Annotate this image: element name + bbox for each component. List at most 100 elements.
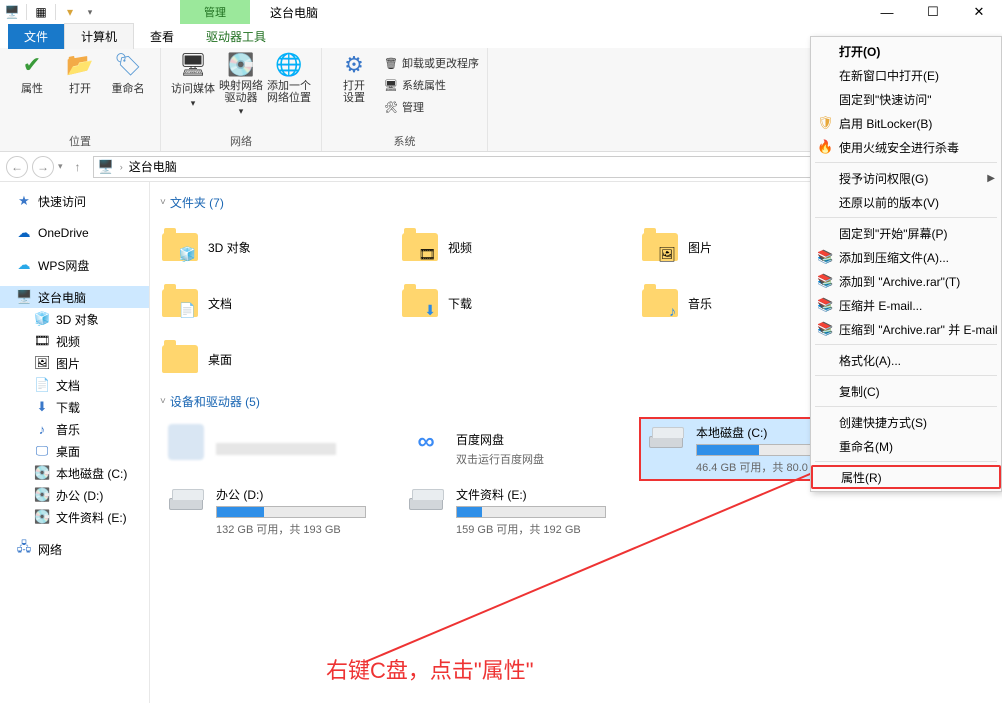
sidebar-downloads[interactable]: ⬇下载: [0, 396, 149, 418]
sysmenu-icon[interactable]: 🖥️: [4, 4, 20, 20]
ribbon-manage[interactable]: 🛠管理: [384, 96, 479, 118]
ctx-properties[interactable]: 属性(R): [811, 465, 1001, 489]
ctx-shortcut[interactable]: 创建快捷方式(S): [811, 410, 1001, 434]
ctx-add-archive[interactable]: 📚添加到压缩文件(A)...: [811, 245, 1001, 269]
ribbon-group-location: 位置: [69, 131, 91, 149]
qat-properties-icon[interactable]: ▦: [33, 4, 49, 20]
ctx-open[interactable]: 打开(O): [811, 39, 1001, 63]
tab-drive-tools[interactable]: 驱动器工具: [190, 24, 282, 49]
maximize-button[interactable]: ☐: [910, 0, 956, 24]
minimize-button[interactable]: —: [864, 0, 910, 24]
sidebar-music[interactable]: ♪音乐: [0, 418, 149, 440]
ribbon-group-network: 网络: [230, 131, 252, 149]
sidebar-quick-access[interactable]: ★快速访问: [0, 190, 149, 212]
sidebar-pictures[interactable]: 🖼图片: [0, 352, 149, 374]
blurred-label: [216, 443, 336, 455]
ctx-add-archive-rar[interactable]: 📚添加到 "Archive.rar"(T): [811, 269, 1001, 293]
folder-videos[interactable]: 🎞视频: [400, 219, 640, 275]
ribbon-map-drive[interactable]: 💽映射网络 驱动器▾: [217, 52, 265, 117]
ctx-new-window[interactable]: 在新窗口中打开(E): [811, 63, 1001, 87]
drive-icon: 💽: [34, 465, 50, 481]
folder-desktop[interactable]: 桌面: [160, 331, 400, 387]
sidebar-drive-c[interactable]: 💽本地磁盘 (C:): [0, 462, 149, 484]
server-icon: 🖥: [179, 52, 207, 78]
annotation-text: 右键C盘，点击"属性": [326, 653, 534, 685]
contextual-tab-label: 管理: [180, 0, 250, 24]
hdd-icon: [169, 498, 203, 510]
ctx-huorong[interactable]: 🔥使用火绒安全进行杀毒: [811, 135, 1001, 159]
sidebar-drive-d[interactable]: 💽办公 (D:): [0, 484, 149, 506]
ribbon-open[interactable]: 📂打开: [56, 52, 104, 96]
ribbon-access-media[interactable]: 🖥访问媒体▾: [169, 52, 217, 117]
folder-downloads[interactable]: ⬇下载: [400, 275, 640, 331]
flame-icon: 🔥: [817, 139, 833, 155]
ctx-bitlocker[interactable]: 🛡启用 BitLocker(B): [811, 111, 1001, 135]
tab-view[interactable]: 查看: [134, 24, 190, 49]
ctx-format[interactable]: 格式化(A)...: [811, 348, 1001, 372]
film-icon: 🎞: [34, 333, 50, 349]
sidebar-drive-e[interactable]: 💽文件资料 (E:): [0, 506, 149, 528]
ribbon-add-net[interactable]: 🌐添加一个 网络位置: [265, 52, 313, 117]
folder-open-icon: 📂: [66, 52, 93, 78]
sidebar-network[interactable]: 🖧网络: [0, 538, 149, 560]
music-icon: ♪: [669, 303, 676, 319]
ribbon-properties[interactable]: ✔属性: [8, 52, 56, 96]
qat-newfolder-icon[interactable]: ▾: [62, 4, 78, 20]
monitor-icon: 🖥️: [16, 289, 32, 305]
uninstall-icon: 🗑: [384, 57, 398, 70]
ctx-pin-start[interactable]: 固定到"开始"屏幕(P): [811, 221, 1001, 245]
drive-e[interactable]: 文件资料 (E:) 159 GB 可用，共 192 GB: [400, 480, 640, 542]
blurred-icon: [168, 424, 204, 460]
cloud-icon: ☁: [16, 225, 32, 241]
desktop-icon: 🖵: [34, 443, 50, 459]
books-icon: 📚: [817, 321, 833, 337]
ctx-copy[interactable]: 复制(C): [811, 379, 1001, 403]
baidu-icon: ∞: [408, 424, 444, 460]
ctx-pin-quick[interactable]: 固定到"快速访问": [811, 87, 1001, 111]
books-icon: 📚: [817, 273, 833, 289]
document-icon: 📄: [179, 302, 196, 319]
ctx-prev-versions[interactable]: 还原以前的版本(V): [811, 190, 1001, 214]
nav-forward[interactable]: →: [32, 156, 54, 178]
tab-computer[interactable]: 计算机: [64, 23, 134, 49]
nav-up[interactable]: ↑: [67, 156, 89, 178]
thispc-icon: 🖥️: [98, 159, 114, 175]
ctx-email-rar[interactable]: 📚压缩到 "Archive.rar" 并 E-mail: [811, 317, 1001, 341]
drive-icon: 💽: [34, 487, 50, 503]
drive-d[interactable]: 办公 (D:) 132 GB 可用，共 193 GB: [160, 480, 400, 542]
picture-icon: 🖼: [34, 355, 50, 371]
drive-blurred[interactable]: [160, 418, 400, 480]
ctx-rename[interactable]: 重命名(M): [811, 434, 1001, 458]
folder-documents[interactable]: 📄文档: [160, 275, 400, 331]
ctx-grant-access[interactable]: 授予访问权限(G)▶: [811, 166, 1001, 190]
star-icon: ★: [16, 193, 32, 209]
download-icon: ⬇: [424, 302, 436, 319]
sidebar-wps[interactable]: ☁WPS网盘: [0, 254, 149, 276]
ribbon-rename[interactable]: 🏷重命名: [104, 52, 152, 96]
nav-back[interactable]: ←: [6, 156, 28, 178]
books-icon: 📚: [817, 249, 833, 265]
folder-3dobjects[interactable]: 🧊3D 对象: [160, 219, 400, 275]
sidebar-onedrive[interactable]: ☁OneDrive: [0, 222, 149, 244]
sidebar-desktop[interactable]: 🖵桌面: [0, 440, 149, 462]
sidebar-documents[interactable]: 📄文档: [0, 374, 149, 396]
ribbon-open-settings[interactable]: ⚙打开 设置: [330, 52, 378, 118]
sidebar-3dobjects[interactable]: 🧊3D 对象: [0, 308, 149, 330]
qat-customize-icon[interactable]: ▾: [82, 4, 98, 20]
ribbon-uninstall[interactable]: 🗑卸载或更改程序: [384, 52, 479, 74]
ctx-email[interactable]: 📚压缩并 E-mail...: [811, 293, 1001, 317]
nav-recent[interactable]: ▾: [58, 161, 63, 172]
cloud-icon: ☁: [16, 257, 32, 273]
context-menu: 打开(O) 在新窗口中打开(E) 固定到"快速访问" 🛡启用 BitLocker…: [810, 36, 1002, 492]
manage-icon: 🛠: [384, 101, 398, 114]
window-title: 这台电脑: [270, 4, 318, 21]
sidebar-thispc[interactable]: 🖥️这台电脑: [0, 286, 149, 308]
shield-icon: 🛡: [817, 115, 833, 131]
breadcrumb[interactable]: 这台电脑: [129, 158, 177, 175]
ribbon-sys-props[interactable]: 🖥系统属性: [384, 74, 479, 96]
close-button[interactable]: ✕: [956, 0, 1002, 24]
drive-baidu[interactable]: ∞ 百度网盘双击运行百度网盘: [400, 418, 640, 480]
hdd-icon: [409, 498, 443, 510]
sidebar-videos[interactable]: 🎞视频: [0, 330, 149, 352]
tab-file[interactable]: 文件: [8, 24, 64, 49]
